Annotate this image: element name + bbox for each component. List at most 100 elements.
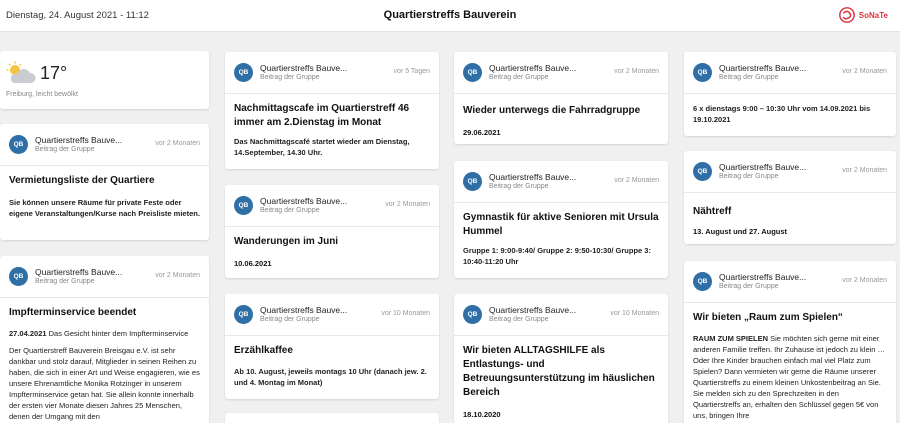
post-age: vor 2 Monaten bbox=[842, 277, 887, 284]
post-header: QB Quartierstreffs Bauve... Beitrag der … bbox=[454, 294, 668, 336]
post-card[interactable]: QB Quartierstreffs Bauve... Beitrag der … bbox=[0, 124, 209, 240]
post-author[interactable]: Quartierstreffs Bauve... bbox=[260, 305, 348, 315]
post-date: 13. August und 27. August bbox=[693, 227, 788, 236]
sonate-logo-icon bbox=[838, 7, 855, 23]
post-card[interactable]: QB Quartierstreffs Bauve... Beitrag der … bbox=[454, 161, 668, 278]
post-card[interactable]: QB Quartierstreffs Bauve... Beitrag der … bbox=[684, 151, 896, 244]
post-card[interactable]: QB Quartierstreffs Bauve... Beitrag der … bbox=[454, 294, 668, 423]
post-text-body: Sie möchten sich gerne mit einer anderen… bbox=[693, 334, 886, 420]
post-title[interactable]: Gymnastik für aktive Senioren mit Ursula… bbox=[463, 211, 659, 239]
partly-cloudy-icon bbox=[6, 61, 36, 83]
top-bar: Dienstag, 24. August 2021 - 11:12 Quarti… bbox=[0, 0, 900, 32]
post-age: vor 2 Monaten bbox=[842, 167, 887, 174]
post-header: QB Quartierstreffs Bauve... Beitrag der … bbox=[454, 52, 668, 94]
post-title[interactable]: Wanderungen im Juni bbox=[234, 235, 430, 249]
post-age: vor 2 Monaten bbox=[155, 140, 200, 147]
post-date-line: 27.04.2021 Das Gesicht hinter dem Impfte… bbox=[9, 328, 200, 339]
post-author[interactable]: Quartierstreffs Bauve... bbox=[35, 267, 123, 277]
post-age: vor 2 Monaten bbox=[842, 68, 887, 75]
avatar[interactable]: QB bbox=[463, 305, 482, 324]
post-text: Das Nachmittagscafé startet wieder am Di… bbox=[234, 137, 410, 157]
post-title[interactable]: Impfterminservice beendet bbox=[9, 306, 200, 320]
post-age: vor 2 Monaten bbox=[614, 68, 659, 75]
post-card[interactable]: QB Quartierstreffs Bauve... Beitrag der … bbox=[684, 52, 896, 136]
post-subtitle: Beitrag der Gruppe bbox=[260, 316, 320, 323]
weather-widget: 17° Freiburg, leicht bewölkt bbox=[0, 51, 209, 109]
post-text: Der Quartierstreff Bauverein Breisgau e.… bbox=[9, 346, 200, 421]
weather-temperature: 17° bbox=[40, 63, 68, 83]
post-header: QB Quartierstreffs Bauve... Beitrag der … bbox=[684, 52, 896, 94]
post-header: QB Quartierstreffs Bauve... Beitrag der … bbox=[684, 151, 896, 193]
post-age: vor 2 Monaten bbox=[614, 177, 659, 184]
post-header: QB Quartierstreffs Bauve... Beitrag der … bbox=[225, 185, 439, 227]
avatar[interactable]: QB bbox=[234, 305, 253, 324]
post-title[interactable]: Wir bieten ALLTAGSHILFE als Entlastungs-… bbox=[463, 344, 659, 400]
post-card[interactable]: QB Quartierstreffs Bauve... Beitrag der … bbox=[454, 52, 668, 144]
post-card[interactable]: QB Quartierstreffs Bauve... Beitrag der … bbox=[225, 185, 439, 278]
post-age: vor 10 Monaten bbox=[610, 310, 659, 317]
post-subtitle: Beitrag der Gruppe bbox=[489, 183, 549, 190]
post-author[interactable]: Quartierstreffs Bauve... bbox=[489, 172, 577, 182]
post-subtitle: Beitrag der Gruppe bbox=[489, 316, 549, 323]
post-card[interactable]: QB Quartierstreffs Bauve... Beitrag der … bbox=[225, 294, 439, 399]
post-subtitle: Beitrag der Gruppe bbox=[719, 74, 779, 81]
post-card[interactable] bbox=[225, 413, 439, 423]
post-header: QB Quartierstreffs Bauve... Beitrag der … bbox=[225, 294, 439, 336]
post-subtitle: Beitrag der Gruppe bbox=[260, 74, 320, 81]
post-text: Ab 10. August, jeweils montags 10 Uhr (d… bbox=[234, 367, 427, 387]
post-text: Sie können unsere Räume für private Fest… bbox=[9, 198, 200, 218]
post-date: 18.10.2020 bbox=[463, 410, 501, 419]
post-subtitle: Beitrag der Gruppe bbox=[35, 146, 95, 153]
post-title[interactable]: Erzählkaffee bbox=[234, 344, 430, 358]
post-author[interactable]: Quartierstreffs Bauve... bbox=[719, 162, 807, 172]
post-age: vor 2 Monaten bbox=[385, 201, 430, 208]
avatar[interactable]: QB bbox=[693, 272, 712, 291]
avatar[interactable]: QB bbox=[9, 135, 28, 154]
post-date: 29.06.2021 bbox=[463, 128, 501, 137]
avatar[interactable]: QB bbox=[463, 63, 482, 82]
post-date-caption: Das Gesicht hinter dem Impfterminservice bbox=[46, 329, 189, 338]
post-author[interactable]: Quartierstreffs Bauve... bbox=[719, 272, 807, 282]
post-title[interactable]: Wieder unterwegs die Fahrradgruppe bbox=[463, 104, 659, 118]
post-subtitle: Beitrag der Gruppe bbox=[35, 278, 95, 285]
sonate-logo[interactable]: SoNaTe bbox=[838, 6, 888, 24]
avatar[interactable]: QB bbox=[9, 267, 28, 286]
post-header: QB Quartierstreffs Bauve... Beitrag der … bbox=[684, 261, 896, 303]
post-author[interactable]: Quartierstreffs Bauve... bbox=[260, 196, 348, 206]
post-age: vor 2 Monaten bbox=[155, 272, 200, 279]
post-header: QB Quartierstreffs Bauve... Beitrag der … bbox=[454, 161, 668, 203]
post-title[interactable]: Wir bieten „Raum zum Spielen“ bbox=[693, 311, 887, 325]
post-subtitle: Beitrag der Gruppe bbox=[260, 207, 320, 214]
post-card[interactable]: QB Quartierstreffs Bauve... Beitrag der … bbox=[0, 256, 209, 423]
avatar[interactable]: QB bbox=[234, 196, 253, 215]
post-card[interactable]: QB Quartierstreffs Bauve... Beitrag der … bbox=[684, 261, 896, 423]
avatar[interactable]: QB bbox=[693, 162, 712, 181]
post-author[interactable]: Quartierstreffs Bauve... bbox=[489, 63, 577, 73]
post-title[interactable]: Nähtreff bbox=[693, 205, 887, 219]
post-author[interactable]: Quartierstreffs Bauve... bbox=[719, 63, 807, 73]
page-title: Quartierstreffs Bauverein bbox=[383, 9, 517, 21]
avatar[interactable]: QB bbox=[463, 172, 482, 191]
post-header: QB Quartierstreffs Bauve... Beitrag der … bbox=[225, 52, 439, 94]
post-title[interactable]: Nachmittagscafe im Quartierstreff 46 imm… bbox=[234, 102, 430, 130]
weather-description: Freiburg, leicht bewölkt bbox=[6, 91, 78, 98]
post-age: vor 10 Monaten bbox=[381, 310, 430, 317]
post-header: QB Quartierstreffs Bauve... Beitrag der … bbox=[0, 124, 209, 166]
post-subtitle: Beitrag der Gruppe bbox=[719, 173, 779, 180]
post-title[interactable]: 6 x dienstags 9:00 – 10:30 Uhr vom 14.09… bbox=[693, 103, 887, 125]
post-text: Gruppe 1: 9:00-9:40/ Gruppe 2: 9:50-10:3… bbox=[463, 246, 651, 266]
post-date: 10.06.2021 bbox=[234, 259, 272, 268]
post-header: QB Quartierstreffs Bauve... Beitrag der … bbox=[0, 256, 209, 298]
post-author[interactable]: Quartierstreffs Bauve... bbox=[260, 63, 348, 73]
post-card[interactable]: QB Quartierstreffs Bauve... Beitrag der … bbox=[225, 52, 439, 169]
avatar[interactable]: QB bbox=[693, 63, 712, 82]
post-author[interactable]: Quartierstreffs Bauve... bbox=[489, 305, 577, 315]
avatar[interactable]: QB bbox=[234, 63, 253, 82]
post-subtitle: Beitrag der Gruppe bbox=[719, 283, 779, 290]
post-text-lead: RAUM ZUM SPIELEN bbox=[693, 334, 768, 343]
post-title[interactable]: Vermietungsliste der Quartiere bbox=[9, 174, 200, 188]
logo-text: SoNaTe bbox=[858, 10, 888, 20]
post-author[interactable]: Quartierstreffs Bauve... bbox=[35, 135, 123, 145]
post-age: vor 5 Tagen bbox=[393, 68, 430, 75]
post-text: RAUM ZUM SPIELEN Sie möchten sich gerne … bbox=[693, 333, 887, 421]
